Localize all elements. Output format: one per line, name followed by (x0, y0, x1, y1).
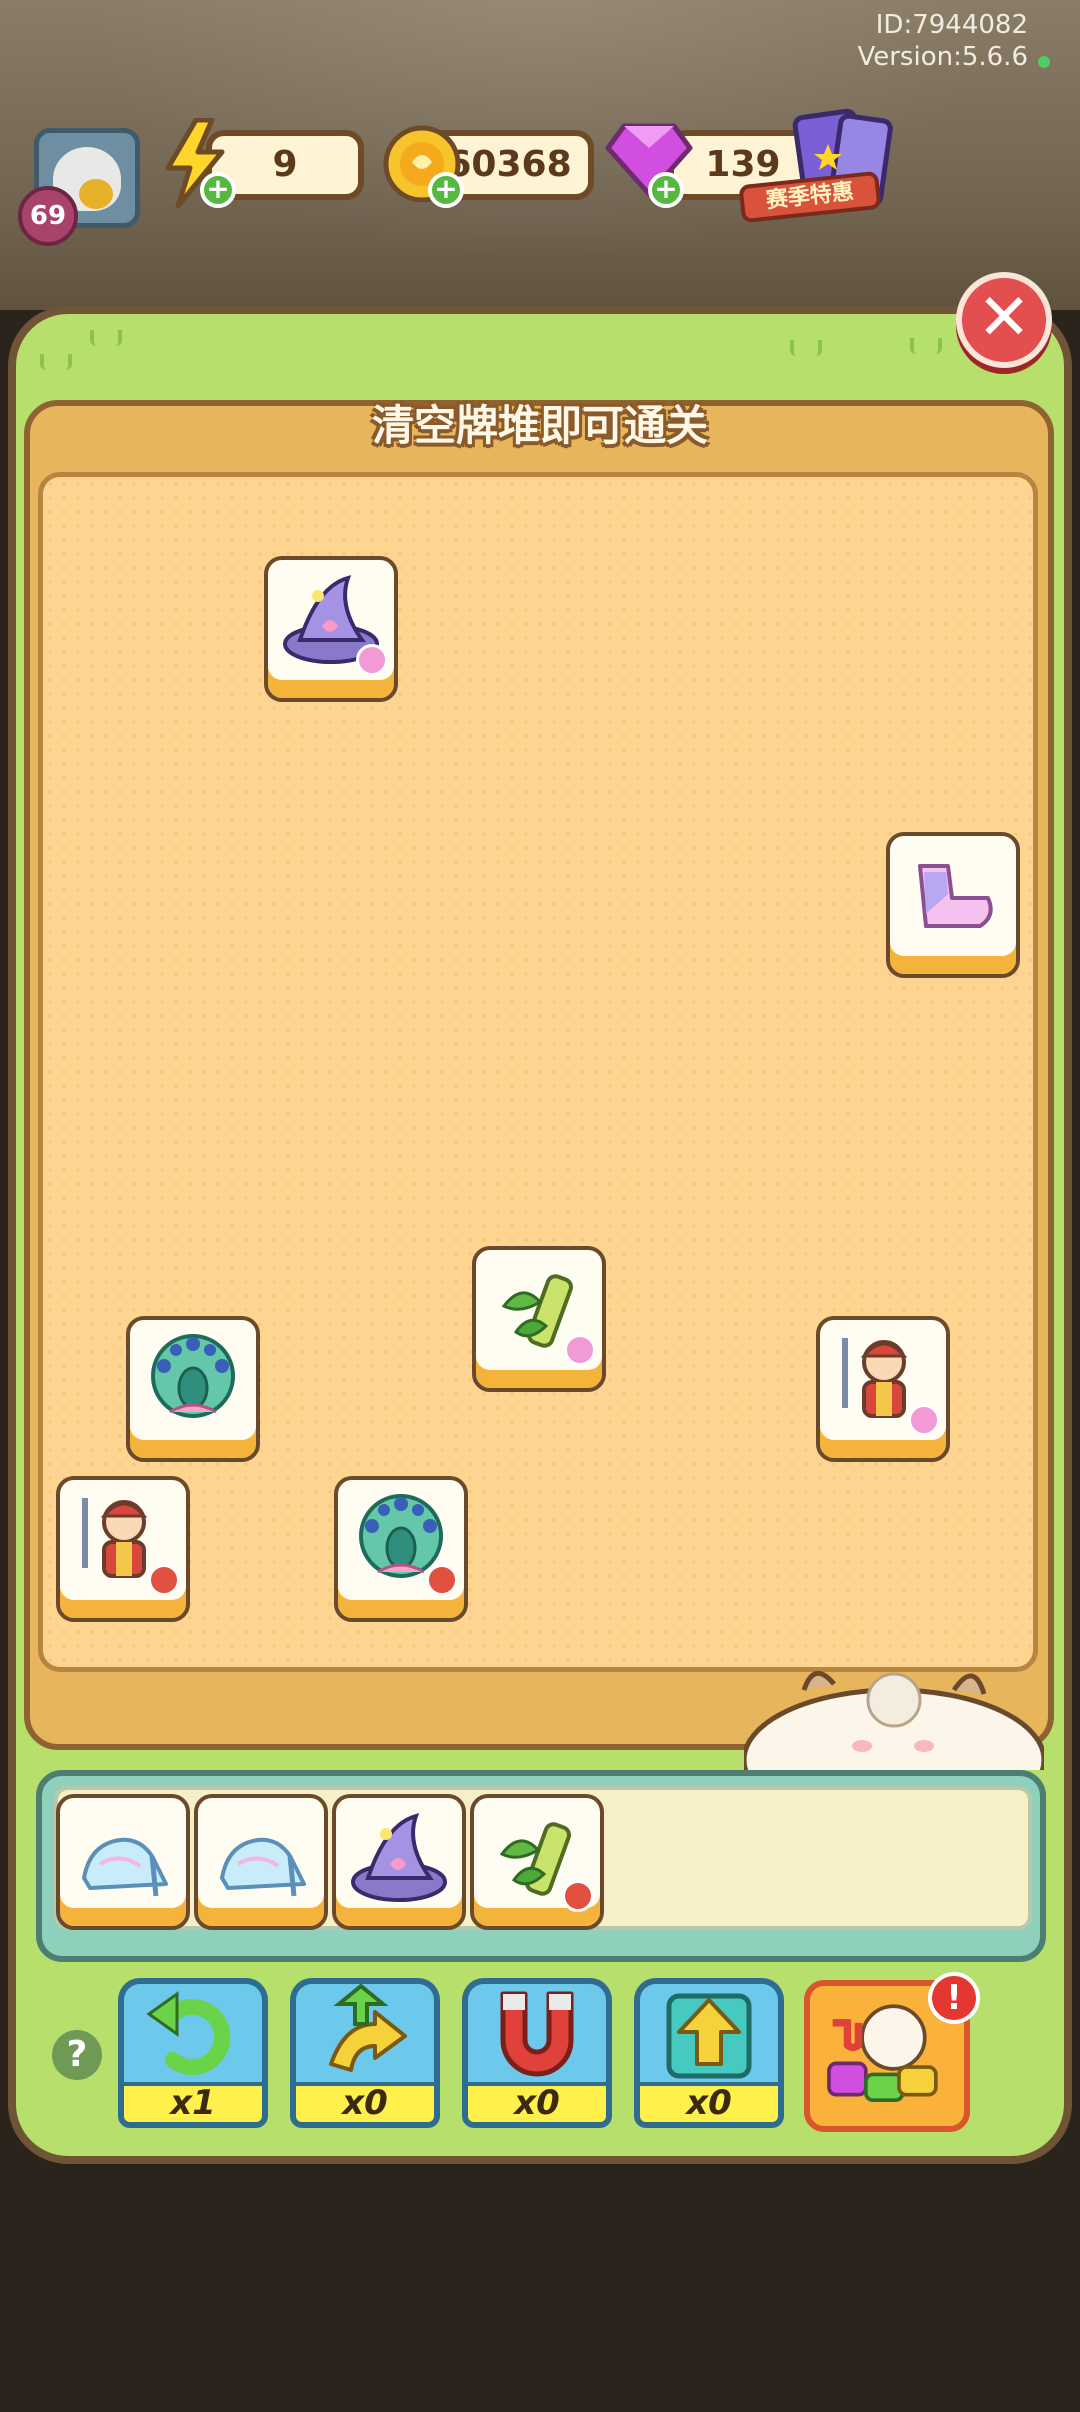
peacock-icon (151, 1334, 235, 1418)
add-energy-button[interactable]: + (200, 172, 236, 208)
tile-knight[interactable] (56, 1476, 190, 1622)
tile-pink-boot[interactable] (886, 832, 1020, 978)
slot-witch-hat (332, 1794, 466, 1930)
red-tag-icon (148, 1564, 180, 1596)
slot-bamboo (470, 1794, 604, 1930)
grass-decoration (40, 354, 72, 370)
tile-witch-hat[interactable] (264, 556, 398, 702)
magnet-count: x0 (462, 2082, 612, 2128)
slot-glass-slipper (56, 1794, 190, 1930)
help-button[interactable]: ? (52, 2030, 102, 2080)
grass-decoration (790, 340, 822, 356)
duck-beak (79, 179, 113, 209)
up-arrow-icon (666, 1993, 752, 2079)
grass-decoration (910, 338, 942, 354)
tile-knight[interactable] (816, 1316, 950, 1462)
board-title: 清空牌堆即可通关 (371, 401, 708, 450)
shuffle-tool-button[interactable]: x0 (290, 1978, 440, 2128)
add-coins-button[interactable]: + (428, 172, 464, 208)
magnet-tool-button[interactable]: x0 (462, 1978, 612, 2128)
pink-boot-icon (918, 864, 993, 928)
online-status-dot (1038, 56, 1050, 68)
grass-decoration (90, 330, 122, 346)
player-id-text: ID:7944082 (875, 10, 1028, 40)
undo-count: x1 (118, 2082, 268, 2128)
close-button[interactable]: ✕ (956, 272, 1052, 368)
witch-hat-icon (351, 1813, 447, 1902)
shuffle-arrows-icon (329, 1984, 407, 2072)
sparkle-tag-icon (564, 1334, 596, 1366)
red-tag-icon (562, 1880, 594, 1912)
move-out-count: x0 (634, 2082, 784, 2128)
sheep-mascot (744, 1671, 1044, 1770)
undo-arrow-icon (146, 1991, 231, 2075)
glass-slipper-icon (220, 1837, 306, 1897)
glass-slipper-icon (82, 1837, 168, 1897)
red-tag-icon (426, 1564, 458, 1596)
version-text: Version:5.6.6 (857, 42, 1028, 72)
move-out-tool-button[interactable]: x0 (634, 1978, 784, 2128)
add-gems-button[interactable]: + (648, 172, 684, 208)
shuffle-count: x0 (290, 2082, 440, 2128)
sparkle-tag-icon (356, 644, 388, 676)
tile-bamboo[interactable] (472, 1246, 606, 1392)
notification-badge-icon: ! (928, 1972, 980, 2024)
player-level-badge: 69 (18, 186, 78, 246)
tile-peacock[interactable] (334, 1476, 468, 1622)
slot-glass-slipper (194, 1794, 328, 1930)
sparkle-tag-icon (908, 1404, 940, 1436)
undo-tool-button[interactable]: x1 (118, 1978, 268, 2128)
tile-peacock[interactable] (126, 1316, 260, 1462)
magnet-icon (500, 1991, 574, 2077)
